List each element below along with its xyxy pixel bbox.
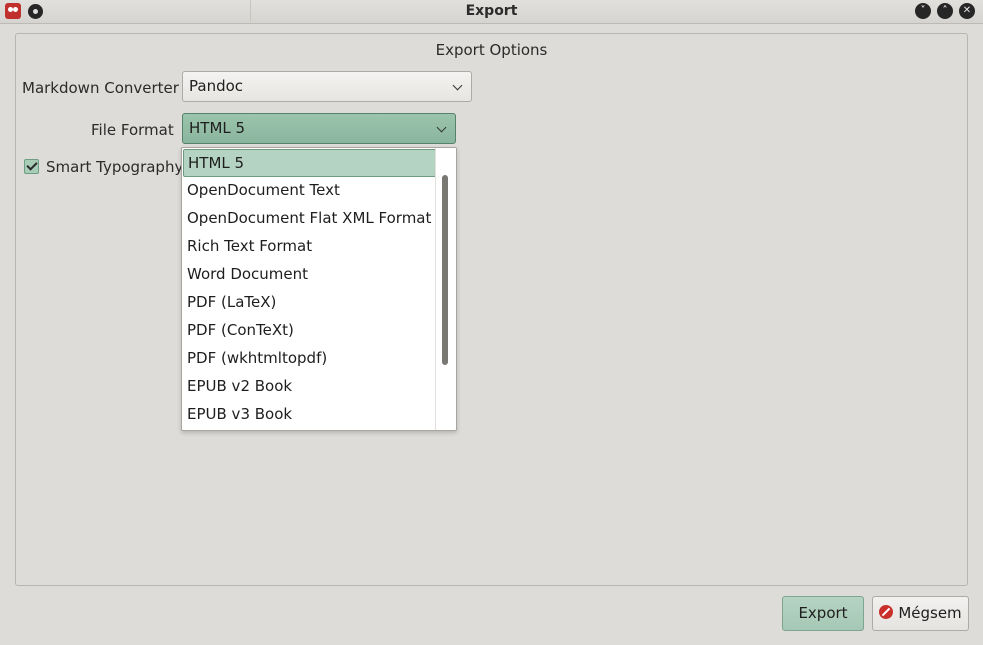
file-format-label: File Format: [91, 121, 174, 139]
dropdown-item[interactable]: HTML 5: [183, 149, 436, 177]
export-button[interactable]: Export: [782, 596, 864, 631]
chevron-down-icon: [436, 122, 447, 133]
minimize-icon[interactable]: ˅: [915, 3, 931, 19]
cancel-button-label: Mégsem: [898, 604, 962, 622]
window-title: Export: [465, 3, 518, 19]
dropdown-item[interactable]: Word Document: [183, 261, 436, 289]
smart-typography-label[interactable]: Smart Typography: [46, 158, 183, 176]
dropdown-item[interactable]: PDF (ConTeXt): [183, 317, 436, 345]
title-bar[interactable]: Export ˅ ˄ ✕: [0, 0, 983, 24]
close-icon[interactable]: ✕: [959, 3, 975, 19]
converter-label: Markdown Converter: [22, 79, 179, 97]
dropdown-item[interactable]: EPUB v2 Book: [183, 373, 436, 401]
file-format-value: HTML 5: [189, 119, 246, 137]
group-title: Export Options: [435, 41, 548, 59]
maximize-icon[interactable]: ˄: [937, 3, 953, 19]
dropdown-item[interactable]: PDF (wkhtmltopdf): [183, 345, 436, 373]
converter-select[interactable]: Pandoc: [182, 71, 472, 102]
file-format-dropdown[interactable]: HTML 5 OpenDocument Text OpenDocument Flat…: [181, 147, 457, 431]
dropdown-item[interactable]: OpenDocument Text: [183, 177, 436, 205]
chevron-down-icon: [452, 80, 463, 91]
converter-value: Pandoc: [189, 77, 244, 95]
smart-typography-checkbox[interactable]: [24, 159, 39, 174]
dropdown-item[interactable]: EPUB v3 Book: [183, 401, 436, 429]
cancel-icon: [879, 605, 894, 619]
dropdown-scroll-thumb[interactable]: [442, 175, 448, 365]
dropdown-item[interactable]: OpenDocument Flat XML Format: [183, 205, 436, 233]
cancel-button[interactable]: Mégsem: [872, 596, 969, 631]
dropdown-item[interactable]: PDF (LaTeX): [183, 289, 436, 317]
file-format-select[interactable]: HTML 5: [182, 113, 456, 144]
dropdown-item[interactable]: Rich Text Format: [183, 233, 436, 261]
export-button-label: Export: [798, 604, 848, 622]
dropdown-scrollbar[interactable]: [435, 148, 456, 430]
export-options-group: Export Options: [15, 33, 968, 586]
